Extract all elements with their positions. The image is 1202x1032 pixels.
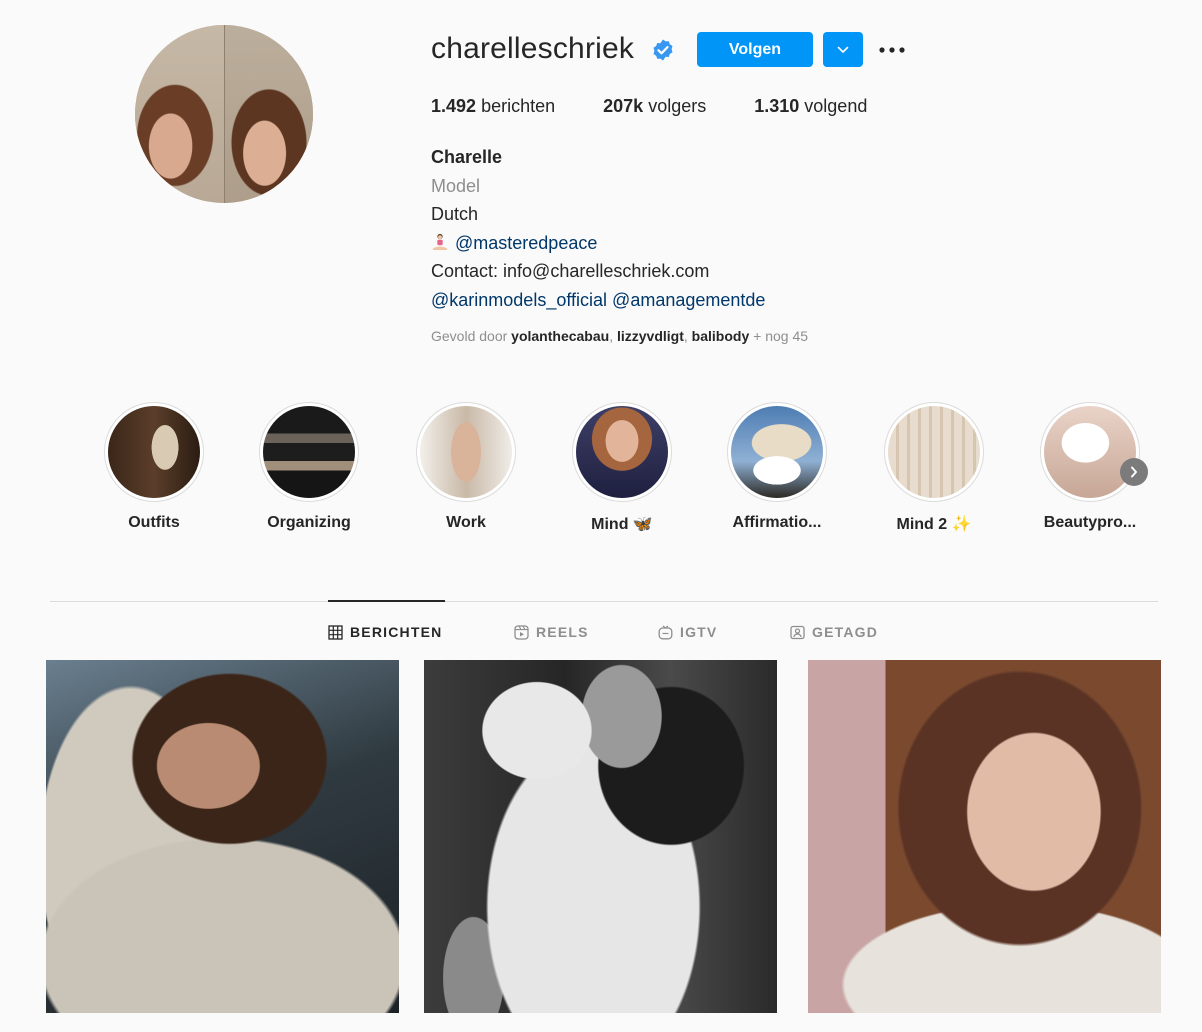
igtv-icon [658,625,673,639]
highlight-label: Outfits [128,514,180,531]
tab-label: IGTV [680,624,718,640]
full-name: Charelle [431,147,503,167]
tab-reels[interactable]: REELS [514,624,589,640]
highlight-cover [108,406,200,498]
highlight-ring [1040,402,1140,502]
highlight-label: Organizing [267,514,351,531]
tagged-user-icon [790,625,805,639]
highlight-outfits[interactable]: Outfits [84,402,224,532]
tab-igtv[interactable]: IGTV [658,624,717,640]
followers-count-label: volgers [648,96,707,116]
suggestions-dropdown-button[interactable] [823,32,863,67]
highlight-label: Affirmatio... [732,514,822,531]
highlight-label: Work [446,514,486,531]
verified-badge-icon [653,39,673,61]
highlight-affirmations[interactable]: Affirmatio... [707,402,847,532]
highlight-ring [416,402,516,502]
highlight-cover [263,406,355,498]
highlight-cover [420,406,512,498]
followed-by-user: yolanthecabau [511,328,610,344]
mention-link-amanagementde[interactable]: @amanagementde [612,290,765,310]
posts-count: 1.492 berichten [431,96,555,117]
tab-tagged[interactable]: GETAGD [790,624,878,640]
followed-by-user: balibody [691,328,750,344]
highlight-label: Mind 2 ✨ [896,516,972,533]
bio-line: Dutch [431,204,479,224]
posts-count-value: 1.492 [431,96,477,116]
post-thumbnail[interactable] [46,660,399,1013]
category-label: Model [431,175,481,196]
bio-mentions-line: @karinmodels_official @amanagementde [431,286,765,315]
highlight-label: Beautypro... [1043,514,1137,531]
chevron-right-icon [1131,466,1137,478]
highlight-cover [1044,406,1136,498]
tabs-divider [50,601,1158,602]
followed-by-link[interactable]: Gevold door yolanthecabau, lizzyvdligt, … [431,328,808,344]
followers-count-value: 207k [603,96,644,116]
posts-count-label: berichten [481,96,556,116]
more-options-icon [879,47,905,53]
highlight-mind-2[interactable]: Mind 2 ✨ [864,402,1004,534]
tab-label: REELS [536,624,589,640]
profile-tabs: BERICHTEN REELS IGTV GETAGD [0,624,1202,644]
highlight-cover [576,406,668,498]
highlight-ring [572,402,672,502]
followed-by-prefix: Gevold door [431,328,508,344]
followed-by-user: lizzyvdligt [616,328,684,344]
avatar-photo-right [224,25,313,203]
highlight-ring [259,402,359,502]
profile-page: charelleschriek Volgen 1.492 berichten 2… [0,0,1202,1032]
chevron-down-icon [837,46,849,53]
avatar-photo-left [135,25,224,203]
tab-label: GETAGD [812,624,879,640]
post-thumbnail[interactable] [808,660,1161,1013]
grid-icon [328,624,343,640]
tab-label: BERICHTEN [350,624,443,640]
highlight-cover [731,406,823,498]
followers-link[interactable]: 207k volgers [603,96,706,117]
highlight-ring [104,402,204,502]
profile-bio: Charelle Model Dutch @masteredpeace Cont… [431,143,765,314]
highlight-ring [727,402,827,502]
following-link[interactable]: 1.310 volgend [754,96,867,117]
following-count-value: 1.310 [754,96,800,116]
bio-contact: Contact: info@charelleschriek.com [431,261,710,281]
highlight-cover [888,406,980,498]
followed-by-more: + nog 45 [753,328,809,344]
mention-link-karinmodels[interactable]: @karinmodels_official [431,290,607,310]
following-count-label: volgend [804,96,868,116]
username: charelleschriek [431,32,635,65]
reels-icon [514,624,529,640]
highlight-organizing[interactable]: Organizing [239,402,379,532]
meditation-emoji-icon [433,233,447,250]
options-button[interactable] [872,35,912,65]
active-tab-indicator [328,600,445,602]
highlight-mind[interactable]: Mind 🦋 [552,402,692,534]
highlights-next-button[interactable] [1120,458,1148,486]
story-highlights: Outfits Organizing Work Mind 🦋 Affirmati… [0,402,1202,542]
mention-link-masteredpeace[interactable]: @masteredpeace [455,233,597,253]
bio-mention-line: @masteredpeace [431,229,765,258]
profile-avatar[interactable] [135,25,313,203]
follow-button[interactable]: Volgen [697,32,813,67]
post-thumbnail[interactable] [424,660,777,1013]
highlight-ring [884,402,984,502]
profile-stats: 1.492 berichten 207k volgers 1.310 volge… [431,96,915,117]
highlight-work[interactable]: Work [396,402,536,532]
tab-posts[interactable]: BERICHTEN [328,624,442,640]
highlight-label: Mind 🦋 [591,516,653,533]
